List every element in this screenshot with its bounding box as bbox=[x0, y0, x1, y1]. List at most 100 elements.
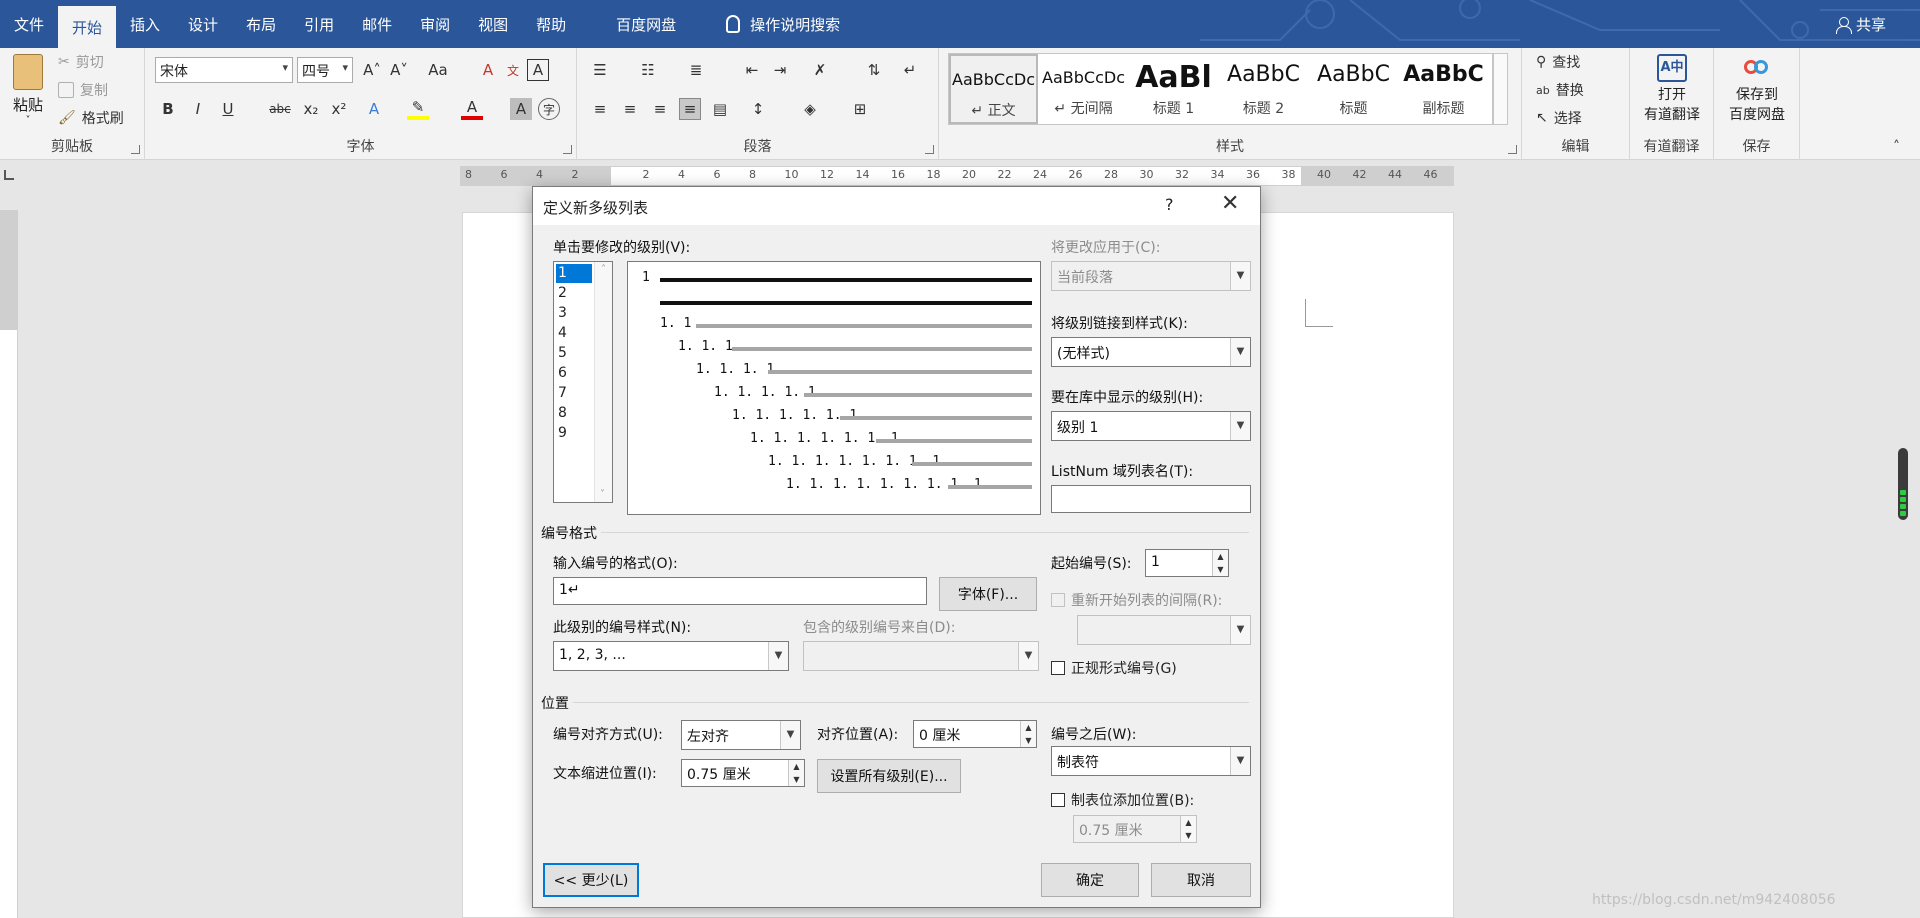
shading-icon[interactable]: ◈ bbox=[799, 98, 821, 120]
copy-button[interactable]: 复制 bbox=[58, 80, 108, 100]
number-style-dropdown[interactable]: 1, 2, 3, ... ▼ bbox=[553, 641, 789, 671]
collapse-ribbon-icon[interactable]: ˄ bbox=[1893, 139, 1900, 155]
link-style-dropdown[interactable]: (无样式) ▼ bbox=[1051, 337, 1251, 367]
tab-layout[interactable]: 布局 bbox=[232, 0, 290, 48]
level-item[interactable]: 9 bbox=[556, 424, 592, 443]
align-center-icon[interactable]: ≡ bbox=[619, 98, 641, 120]
share-button[interactable]: 共享 bbox=[1835, 14, 1886, 35]
gallery-level-dropdown[interactable]: 级别 1 ▼ bbox=[1051, 411, 1251, 441]
tab-help[interactable]: 帮助 bbox=[522, 0, 580, 48]
justify-icon[interactable]: ≡ bbox=[679, 98, 701, 120]
level-list-scrollbar[interactable]: ˄ ˅ bbox=[594, 262, 612, 502]
style-subtitle[interactable]: AaBbC 副标题 bbox=[1399, 54, 1488, 124]
font-size-combo[interactable]: 四号 bbox=[297, 57, 353, 83]
spinner-buttons[interactable]: ▲ ▼ bbox=[1212, 550, 1228, 576]
tab-design[interactable]: 设计 bbox=[174, 0, 232, 48]
tab-mailings[interactable]: 邮件 bbox=[348, 0, 406, 48]
char-border-button[interactable]: A bbox=[527, 59, 549, 81]
bold-button[interactable]: B bbox=[157, 98, 179, 120]
numbering-icon[interactable]: ☷ bbox=[637, 59, 659, 81]
align-right-icon[interactable]: ≡ bbox=[649, 98, 671, 120]
restart-dropdown[interactable]: ▼ bbox=[1077, 615, 1251, 645]
font-name-combo[interactable]: 宋体 bbox=[155, 57, 293, 83]
clear-format-button[interactable]: A bbox=[477, 59, 499, 81]
include-level-dropdown[interactable]: ▼ bbox=[803, 641, 1039, 671]
tab-stop-spinner[interactable]: 0.75 厘米 ▲ ▼ bbox=[1073, 815, 1197, 843]
horizontal-ruler[interactable]: 8 6 4 2 2 4 6 8 10 12 14 16 18 20 22 24 26 28 30 32 34 36 38 40… bbox=[460, 166, 1454, 186]
close-icon[interactable]: ✕ bbox=[1221, 191, 1239, 216]
style-normal[interactable]: AaBbCcDc ↵ 正文 bbox=[949, 54, 1038, 124]
level-item[interactable]: 5 bbox=[556, 344, 592, 363]
dialog-launcher-icon[interactable] bbox=[925, 145, 934, 154]
youdao-translate-button[interactable]: A中 打开 有道翻译 bbox=[1630, 54, 1714, 124]
legal-numbering-checkbox[interactable]: 正规形式编号(G) bbox=[1051, 658, 1177, 678]
asian-layout-icon[interactable]: ✗ bbox=[809, 59, 831, 81]
alignment-dropdown[interactable]: 左对齐 ▼ bbox=[681, 720, 801, 750]
aligned-at-spinner[interactable]: 0 厘米 ▲ ▼ bbox=[913, 720, 1037, 748]
font-color-icon[interactable]: A bbox=[461, 98, 483, 120]
level-item[interactable]: 8 bbox=[556, 404, 592, 423]
tab-home[interactable]: 开始 bbox=[58, 6, 117, 48]
change-case-button[interactable]: Aa bbox=[423, 59, 453, 81]
save-baidu-button[interactable]: 保存到 百度网盘 bbox=[1714, 54, 1800, 124]
align-left-icon[interactable]: ≡ bbox=[589, 98, 611, 120]
tab-file[interactable]: 文件 bbox=[0, 0, 58, 48]
tab-baidu[interactable]: 百度网盘 bbox=[602, 0, 690, 48]
number-format-input[interactable]: 1↵ bbox=[553, 577, 927, 605]
set-all-levels-button[interactable]: 设置所有级别(E)... bbox=[817, 759, 961, 793]
style-heading-1[interactable]: AaBl 标题 1 bbox=[1129, 54, 1218, 124]
vertical-ruler[interactable] bbox=[0, 210, 18, 918]
enclose-char-icon[interactable]: 字 bbox=[538, 98, 560, 120]
replace-button[interactable]: ab 替换 bbox=[1536, 80, 1584, 100]
spinner-buttons[interactable]: ▲ ▼ bbox=[1180, 816, 1196, 842]
start-at-spinner[interactable]: 1 ▲ ▼ bbox=[1145, 549, 1229, 577]
less-button[interactable]: << 更少(L) bbox=[543, 863, 639, 897]
dialog-launcher-icon[interactable] bbox=[131, 145, 140, 154]
level-item[interactable]: 6 bbox=[556, 364, 592, 383]
increase-indent-icon[interactable]: ⇥ bbox=[769, 59, 791, 81]
level-item[interactable]: 7 bbox=[556, 384, 592, 403]
level-item[interactable]: 4 bbox=[556, 324, 592, 343]
multilevel-list-icon[interactable]: ≣ bbox=[685, 59, 707, 81]
tab-view[interactable]: 视图 bbox=[464, 0, 522, 48]
level-item[interactable]: 2 bbox=[556, 284, 592, 303]
distributed-icon[interactable]: ▤ bbox=[709, 98, 731, 120]
select-button[interactable]: ↖ 选择 bbox=[1536, 108, 1582, 128]
level-item[interactable]: 1 bbox=[556, 264, 592, 283]
phonetic-guide-button[interactable]: 文 bbox=[502, 59, 524, 81]
show-marks-icon[interactable]: ↵ bbox=[899, 59, 921, 81]
spinner-buttons[interactable]: ▲ ▼ bbox=[1020, 721, 1036, 747]
level-list[interactable]: 1 2 3 4 5 6 7 8 9 ˄ ˅ bbox=[553, 261, 613, 503]
line-spacing-icon[interactable]: ↕ bbox=[747, 98, 769, 120]
cut-button[interactable]: ✂ 剪切 bbox=[58, 52, 104, 72]
tab-review[interactable]: 审阅 bbox=[406, 0, 464, 48]
spinner-buttons[interactable]: ▲ ▼ bbox=[788, 760, 804, 786]
format-painter-button[interactable]: 🖌 格式刷 bbox=[58, 108, 124, 128]
superscript-button[interactable]: x² bbox=[328, 98, 350, 120]
style-no-spacing[interactable]: AaBbCcDc ↵ 无间隔 bbox=[1039, 54, 1128, 124]
paste-button[interactable]: 粘贴 ˅ bbox=[8, 52, 48, 130]
text-effects-icon[interactable]: A bbox=[363, 98, 385, 120]
styles-scrollbar[interactable] bbox=[1493, 53, 1508, 125]
tab-references[interactable]: 引用 bbox=[290, 0, 348, 48]
apply-to-dropdown[interactable]: 当前段落 ▼ bbox=[1051, 261, 1251, 291]
bullets-icon[interactable]: ☰ bbox=[589, 59, 611, 81]
borders-icon[interactable]: ⊞ bbox=[849, 98, 871, 120]
grow-font-button[interactable]: A˄ bbox=[361, 59, 383, 81]
tell-me-search[interactable]: 操作说明搜索 bbox=[712, 0, 854, 48]
decrease-indent-icon[interactable]: ⇤ bbox=[741, 59, 763, 81]
underline-button[interactable]: U bbox=[217, 98, 239, 120]
subscript-button[interactable]: x₂ bbox=[300, 98, 322, 120]
highlight-icon[interactable]: ✎ bbox=[407, 98, 429, 120]
dialog-launcher-icon[interactable] bbox=[563, 145, 572, 154]
find-button[interactable]: ⚲ 查找 bbox=[1536, 52, 1580, 72]
char-shading-icon[interactable]: A bbox=[510, 98, 532, 120]
shrink-font-button[interactable]: A˅ bbox=[388, 59, 410, 81]
follow-number-dropdown[interactable]: 制表符 ▼ bbox=[1051, 746, 1251, 776]
style-title[interactable]: AaBbC 标题 bbox=[1309, 54, 1398, 124]
scroll-indicator[interactable] bbox=[1898, 448, 1908, 520]
indent-spinner[interactable]: 0.75 厘米 ▲ ▼ bbox=[681, 759, 805, 787]
dialog-launcher-icon[interactable] bbox=[1508, 145, 1517, 154]
tab-selector-icon[interactable] bbox=[4, 170, 14, 180]
tab-stop-checkbox[interactable]: 制表位添加位置(B): bbox=[1051, 790, 1194, 810]
